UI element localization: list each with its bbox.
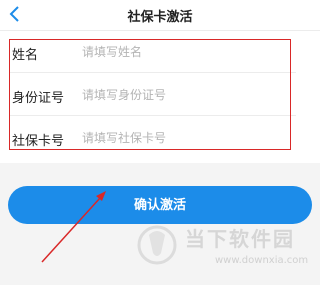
watermark-logo-icon <box>137 225 177 265</box>
watermark: 当下软件园 www.downxia.com <box>135 217 315 283</box>
watermark-url: www.downxia.com <box>215 255 309 266</box>
watermark-text: 当下软件园 <box>185 227 295 251</box>
